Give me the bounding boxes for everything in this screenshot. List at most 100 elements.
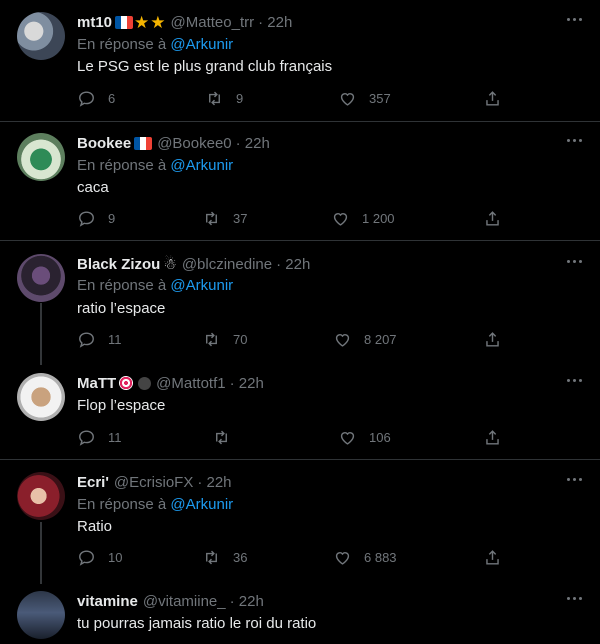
retweet-count: 70 xyxy=(233,332,248,347)
display-name[interactable]: Bookee xyxy=(77,135,131,152)
more-icon[interactable] xyxy=(567,18,582,21)
avatar[interactable] xyxy=(17,254,65,302)
reply-prefix: En réponse à xyxy=(77,277,167,294)
share-button[interactable] xyxy=(483,89,502,108)
display-name[interactable]: Black Zizou xyxy=(77,256,160,273)
reply-button[interactable]: 11 xyxy=(77,428,122,447)
retweet-count: 36 xyxy=(233,550,248,565)
like-count: 8 207 xyxy=(364,332,397,347)
retweet-button[interactable] xyxy=(212,428,231,447)
share-button[interactable] xyxy=(483,330,502,349)
handle[interactable]: @blczinedine xyxy=(182,256,272,273)
retweet-button[interactable]: 70 xyxy=(202,330,247,349)
reply-prefix: En réponse à xyxy=(77,36,167,53)
reply-count: 9 xyxy=(108,211,116,226)
display-name[interactable]: mt10 xyxy=(77,14,112,31)
tweet[interactable]: Ecri' @EcrisioFX · 22h En réponse à @Ark… xyxy=(0,472,600,580)
display-name[interactable]: vitamine xyxy=(77,593,138,610)
more-icon[interactable] xyxy=(567,260,582,263)
handle[interactable]: @Mattotf1 xyxy=(156,375,225,392)
handle[interactable]: @vitamiine_ xyxy=(143,593,226,610)
like-button[interactable]: 106 xyxy=(338,428,391,447)
like-count: 357 xyxy=(369,91,391,106)
share-button[interactable] xyxy=(483,548,502,567)
reply-button[interactable]: 6 xyxy=(77,89,115,108)
handle[interactable]: @Matteo_trr xyxy=(171,14,255,31)
reply-context: En réponse à @Arkunir xyxy=(77,496,233,513)
mention-link[interactable]: @Arkunir xyxy=(170,277,233,294)
name-emoji xyxy=(134,136,153,150)
more-icon[interactable] xyxy=(567,478,582,481)
reply-count: 11 xyxy=(108,332,122,347)
timestamp[interactable]: · 22h xyxy=(258,14,292,31)
retweet-button[interactable]: 37 xyxy=(202,209,247,228)
name-emoji: ☃ xyxy=(163,255,176,273)
retweet-button[interactable]: 36 xyxy=(202,548,247,567)
heart-icon xyxy=(335,334,350,347)
mention-link[interactable]: @Arkunir xyxy=(170,496,233,513)
reply-button[interactable]: 10 xyxy=(77,548,122,567)
reply-context: En réponse à @Arkunir xyxy=(77,277,233,294)
display-name[interactable]: MaTT xyxy=(77,375,116,392)
avatar[interactable] xyxy=(17,12,65,60)
reply-button[interactable]: 9 xyxy=(77,209,115,228)
reply-context: En réponse à @Arkunir xyxy=(77,157,233,174)
timestamp[interactable]: · 22h xyxy=(276,256,310,273)
avatar[interactable] xyxy=(17,133,65,181)
like-count: 106 xyxy=(369,430,391,445)
like-button[interactable]: 357 xyxy=(338,89,391,108)
like-button[interactable]: 8 207 xyxy=(333,330,397,349)
handle[interactable]: @Bookee0 xyxy=(157,135,231,152)
avatar[interactable] xyxy=(17,373,65,421)
like-button[interactable]: 6 883 xyxy=(333,548,397,567)
more-icon[interactable] xyxy=(567,379,582,382)
tweet-text: tu pourras jamais ratio le roi du ratio xyxy=(77,615,317,632)
tweet[interactable]: MaTT @Mattotf1 · 22h Flop l’espace 11 10… xyxy=(0,373,600,457)
timestamp[interactable]: · 22h xyxy=(230,375,264,392)
reply-count: 11 xyxy=(108,430,122,445)
reply-icon xyxy=(79,550,94,566)
mention-link[interactable]: @Arkunir xyxy=(170,36,233,53)
share-button[interactable] xyxy=(483,428,502,447)
flag-france-icon xyxy=(134,136,153,150)
tweet[interactable]: Bookee @Bookee0 · 22h En réponse à @Arku… xyxy=(0,133,600,239)
reply-context: En réponse à @Arkunir xyxy=(77,36,233,53)
target-icon xyxy=(119,376,134,390)
retweet-count: 37 xyxy=(233,211,248,226)
share-icon xyxy=(486,430,499,445)
mention-link[interactable]: @Arkunir xyxy=(170,157,233,174)
heart-icon xyxy=(333,213,348,226)
tweet[interactable]: mt10 ★ ★ @Matteo_trr · 22h En réponse à … xyxy=(0,12,600,120)
share-icon xyxy=(486,332,499,347)
tweet-text: Le PSG est le plus grand club français xyxy=(77,58,333,75)
avatar[interactable] xyxy=(17,591,65,639)
timestamp[interactable]: · 22h xyxy=(236,135,270,152)
timestamp[interactable]: · 22h xyxy=(230,593,264,610)
tweet-text: ratio l’espace xyxy=(77,300,166,317)
like-button[interactable]: 1 200 xyxy=(331,209,395,228)
reply-button[interactable]: 11 xyxy=(77,330,122,349)
tweet[interactable]: vitamine @vitamiine_ · 22h tu pourras ja… xyxy=(0,591,600,644)
timestamp[interactable]: · 22h xyxy=(197,474,231,491)
display-name[interactable]: Ecri' xyxy=(77,474,109,491)
tweet[interactable]: Black Zizou ☃ @blczinedine · 22h En répo… xyxy=(0,254,600,362)
star-icon: ★ xyxy=(150,12,166,32)
retweet-icon xyxy=(206,332,217,347)
heart-icon xyxy=(335,552,350,565)
more-icon[interactable] xyxy=(567,597,582,600)
handle[interactable]: @EcrisioFX xyxy=(114,474,193,491)
retweet-button[interactable]: 9 xyxy=(205,89,243,108)
share-icon xyxy=(486,91,499,106)
more-icon[interactable] xyxy=(567,139,582,142)
reply-count: 10 xyxy=(108,550,123,565)
tweet-text: Flop l’espace xyxy=(77,397,166,414)
retweet-icon xyxy=(206,550,217,565)
reply-prefix: En réponse à xyxy=(77,496,167,513)
tweet-text: Ratio xyxy=(77,518,113,535)
name-emoji: ★ ★ xyxy=(115,14,166,31)
avatar[interactable] xyxy=(17,472,65,520)
share-button[interactable] xyxy=(483,209,502,228)
heart-icon xyxy=(340,93,355,106)
reply-count: 6 xyxy=(108,91,116,106)
reply-icon xyxy=(79,430,94,446)
